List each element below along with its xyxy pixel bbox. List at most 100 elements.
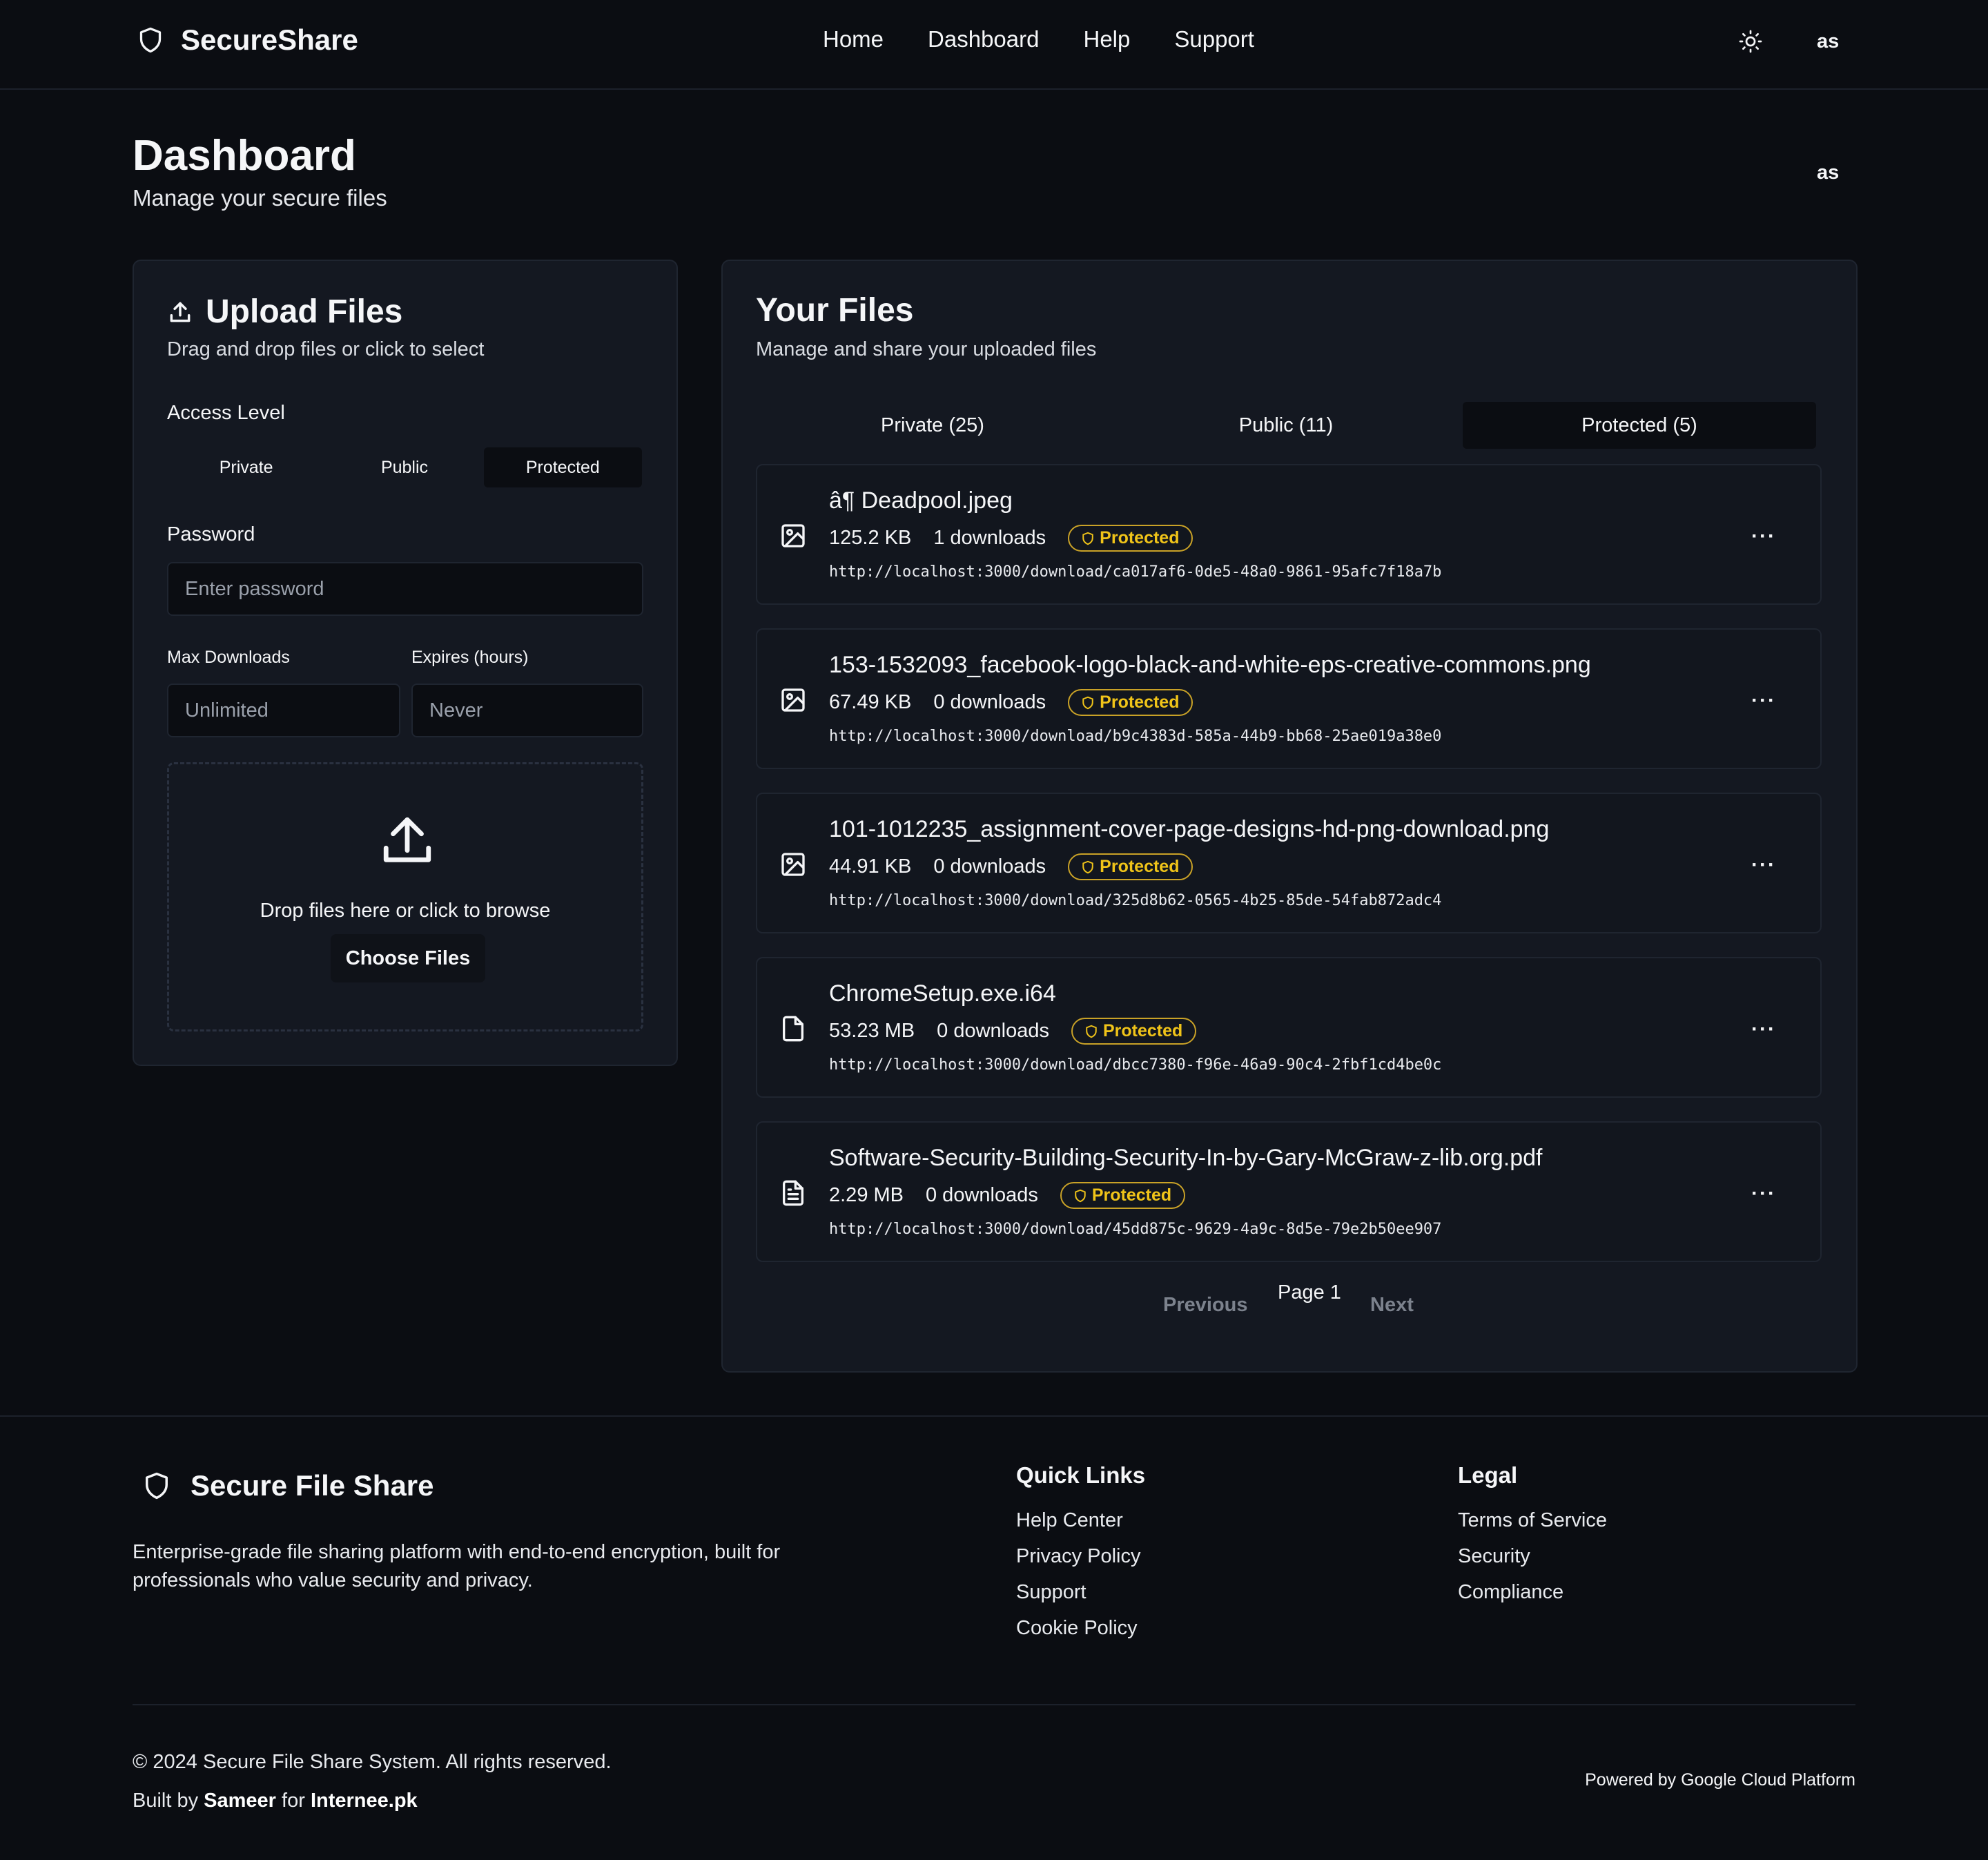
file-url[interactable]: http://localhost:3000/download/b9c4383d-… xyxy=(829,728,1441,745)
page-indicator: Page 1 xyxy=(1278,1281,1341,1304)
file-downloads: 0 downloads xyxy=(933,855,1046,878)
files-card: Your Files Manage and share your uploade… xyxy=(721,260,1858,1373)
powered-by: Powered by Google Cloud Platform xyxy=(1585,1770,1855,1790)
file-url[interactable]: http://localhost:3000/download/45dd875c-… xyxy=(829,1221,1441,1238)
file-downloads: 1 downloads xyxy=(933,527,1046,549)
shield-icon xyxy=(139,27,162,53)
access-private-option[interactable]: Private xyxy=(167,447,325,487)
more-options-icon[interactable]: ··· xyxy=(1751,1018,1776,1041)
author-name: Sameer xyxy=(204,1790,276,1812)
file-name[interactable]: 101-1012235_assignment-cover-page-design… xyxy=(829,816,1549,843)
image-icon xyxy=(781,688,805,712)
nav-dashboard[interactable]: Dashboard xyxy=(928,26,1039,52)
choose-files-button[interactable]: Choose Files xyxy=(331,934,485,982)
upload-icon xyxy=(170,302,191,322)
file-downloads: 0 downloads xyxy=(926,1184,1038,1206)
upload-cloud-icon xyxy=(383,817,431,862)
nav-help[interactable]: Help xyxy=(1083,26,1130,52)
link-help-center[interactable]: Help Center xyxy=(1016,1509,1145,1532)
copyright: © 2024 Secure File Share System. All rig… xyxy=(133,1751,612,1773)
file-size: 67.49 KB xyxy=(829,691,912,713)
shield-icon xyxy=(1075,1189,1086,1202)
page-subtitle: Manage your secure files xyxy=(133,185,387,211)
shield-icon xyxy=(146,1472,168,1500)
quick-links: Quick Links Help Center Privacy Policy S… xyxy=(1016,1462,1145,1653)
nav-home[interactable]: Home xyxy=(823,26,884,52)
previous-button[interactable]: Previous xyxy=(1163,1294,1248,1317)
image-icon xyxy=(781,853,805,876)
file-row[interactable]: ChromeSetup.exe.i64 53.23 MB 0 downloads… xyxy=(756,957,1822,1098)
shield-icon xyxy=(1082,532,1093,545)
file-size: 2.29 MB xyxy=(829,1184,904,1206)
upload-title: Upload Files xyxy=(167,293,402,331)
access-level-label: Access Level xyxy=(167,402,285,424)
file-name[interactable]: ChromeSetup.exe.i64 xyxy=(829,980,1056,1007)
password-input[interactable]: Enter password xyxy=(167,562,643,616)
file-url[interactable]: http://localhost:3000/download/dbcc7380-… xyxy=(829,1056,1441,1074)
link-cookie-policy[interactable]: Cookie Policy xyxy=(1016,1617,1145,1640)
drop-zone[interactable]: Drop files here or click to browse Choos… xyxy=(167,762,643,1031)
file-tabs: Private (25) Public (11) Protected (5) xyxy=(756,402,1816,449)
link-privacy-policy[interactable]: Privacy Policy xyxy=(1016,1545,1145,1568)
brand-logo[interactable]: SecureShare xyxy=(138,23,358,57)
image-icon xyxy=(781,524,805,548)
file-row[interactable]: 101-1012235_assignment-cover-page-design… xyxy=(756,793,1822,933)
access-protected-option[interactable]: Protected xyxy=(483,447,642,487)
expires-label: Expires (hours) xyxy=(411,648,529,667)
file-row[interactable]: 153-1532093_facebook-logo-black-and-whit… xyxy=(756,628,1822,769)
document-icon xyxy=(783,1180,803,1206)
file-name[interactable]: â¶ Deadpool.jpeg xyxy=(829,487,1013,514)
file-name[interactable]: 153-1532093_facebook-logo-black-and-whit… xyxy=(829,652,1591,679)
tab-public[interactable]: Public (11) xyxy=(1109,402,1463,449)
upload-card: Upload Files Drag and drop files or clic… xyxy=(133,260,678,1066)
protected-badge: Protected xyxy=(1068,689,1193,716)
user-menu[interactable]: as xyxy=(1817,30,1839,53)
quick-links-title: Quick Links xyxy=(1016,1462,1146,1488)
protected-badge: Protected xyxy=(1068,853,1193,880)
link-security[interactable]: Security xyxy=(1458,1545,1607,1568)
file-row[interactable]: Software-Security-Building-Security-In-b… xyxy=(756,1121,1822,1262)
pagination: Previous Page 1 Next xyxy=(723,1281,1856,1323)
more-options-icon[interactable]: ··· xyxy=(1751,1182,1776,1205)
org-name: Internee.pk xyxy=(310,1790,418,1812)
user-avatar-label[interactable]: as xyxy=(1817,162,1839,184)
footer-description: Enterprise-grade file sharing platform w… xyxy=(133,1541,781,1591)
link-support[interactable]: Support xyxy=(1016,1581,1145,1604)
protected-badge: Protected xyxy=(1068,525,1193,552)
more-options-icon[interactable]: ··· xyxy=(1751,525,1776,548)
link-terms[interactable]: Terms of Service xyxy=(1458,1509,1607,1532)
more-options-icon[interactable]: ··· xyxy=(1751,689,1776,713)
max-downloads-input[interactable]: Unlimited xyxy=(167,684,400,737)
drop-text: Drop files here or click to browse xyxy=(260,900,551,922)
sun-icon[interactable] xyxy=(1738,29,1763,54)
tab-protected[interactable]: Protected (5) xyxy=(1463,402,1816,449)
next-button[interactable]: Next xyxy=(1370,1294,1414,1317)
access-level-selector: Private Public Protected xyxy=(167,447,642,487)
file-row[interactable]: â¶ Deadpool.jpeg 125.2 KB 1 downloads Pr… xyxy=(756,464,1822,605)
shield-icon xyxy=(1082,860,1093,873)
footer-divider xyxy=(133,1704,1855,1705)
built-by: Built by Sameer for Internee.pk xyxy=(133,1790,418,1812)
link-compliance[interactable]: Compliance xyxy=(1458,1581,1607,1604)
more-options-icon[interactable]: ··· xyxy=(1751,853,1776,877)
file-icon xyxy=(783,1016,803,1042)
files-subtitle: Manage and share your uploaded files xyxy=(756,338,1097,360)
file-name[interactable]: Software-Security-Building-Security-In-b… xyxy=(829,1145,1543,1172)
nav-support[interactable]: Support xyxy=(1174,26,1254,52)
tab-private[interactable]: Private (25) xyxy=(756,402,1109,449)
protected-badge: Protected xyxy=(1060,1182,1186,1209)
footer: Secure File Share Enterprise-grade file … xyxy=(0,1415,1988,1860)
expires-input[interactable]: Never xyxy=(411,684,643,737)
access-public-option[interactable]: Public xyxy=(325,447,483,487)
main-nav: Home Dashboard Help Support xyxy=(823,26,1254,52)
upload-subtitle: Drag and drop files or click to select xyxy=(167,338,485,360)
shield-icon xyxy=(1082,696,1093,709)
file-size: 125.2 KB xyxy=(829,527,912,549)
file-url[interactable]: http://localhost:3000/download/ca017af6-… xyxy=(829,563,1441,581)
protected-badge: Protected xyxy=(1071,1018,1197,1045)
file-url[interactable]: http://localhost:3000/download/325d8b62-… xyxy=(829,892,1441,909)
legal-links: Legal Terms of Service Security Complian… xyxy=(1458,1462,1607,1617)
shield-icon xyxy=(1086,1025,1097,1038)
legal-title: Legal xyxy=(1458,1462,1518,1488)
page-title: Dashboard xyxy=(133,132,356,180)
